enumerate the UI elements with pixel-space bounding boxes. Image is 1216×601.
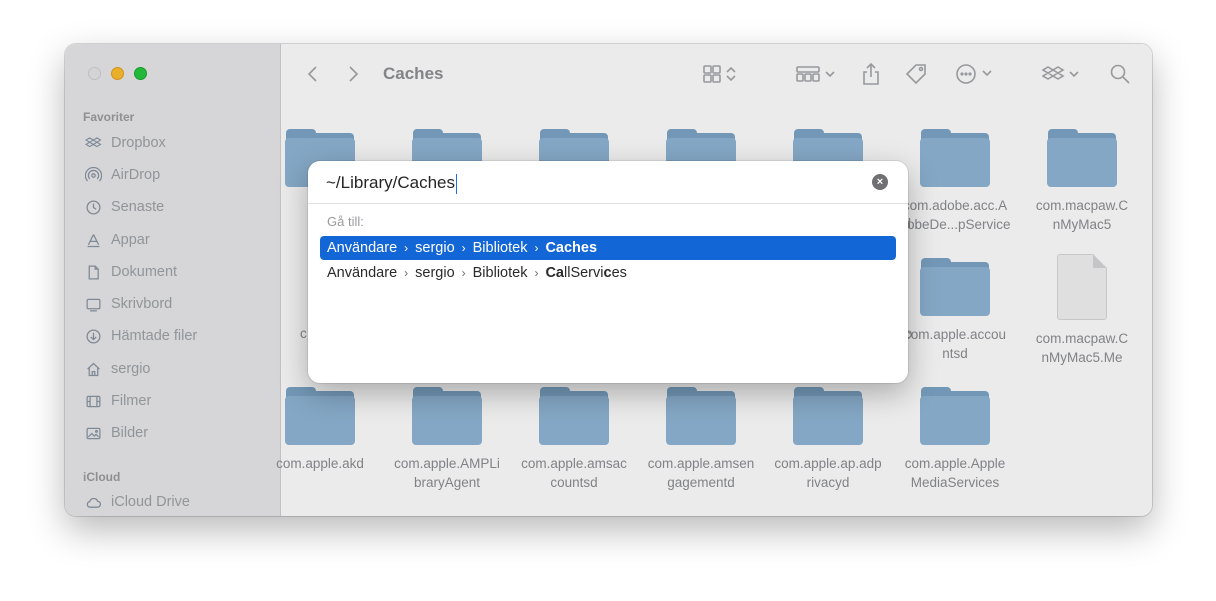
goto-section-label: Gå till: — [327, 214, 364, 229]
path-separator-icon: › — [534, 266, 539, 280]
match-highlight: c — [603, 265, 612, 281]
path-segment: Bibliotek — [472, 265, 528, 281]
clear-icon: × — [876, 175, 884, 188]
path-segment: Användare — [327, 265, 398, 281]
match-rest: es — [611, 265, 627, 281]
path-segment: sergio — [415, 240, 455, 256]
path-separator-icon: › — [461, 241, 466, 255]
path-segment: Användare — [327, 240, 398, 256]
path-segment-match: CallServices — [545, 265, 626, 281]
go-to-folder-dialog: ~/Library/Caches × Gå till: Användare › … — [308, 161, 908, 383]
clear-input-button[interactable]: × — [872, 174, 888, 190]
text-caret — [455, 173, 458, 194]
match-rest: llServi — [564, 265, 604, 281]
path-separator-icon: › — [534, 241, 539, 255]
path-segment: Bibliotek — [472, 240, 528, 256]
suggestion-row-selected[interactable]: Användare › sergio › Bibliotek › Caches — [320, 236, 896, 260]
path-input[interactable]: ~/Library/Caches — [326, 171, 458, 195]
path-separator-icon: › — [404, 241, 409, 255]
path-separator-icon: › — [404, 266, 409, 280]
match-highlight: Ca — [545, 265, 564, 281]
suggestion-row[interactable]: Användare › sergio › Bibliotek › CallSer… — [320, 261, 896, 285]
path-input-value: ~/Library/Caches — [326, 173, 455, 192]
path-segment: sergio — [415, 265, 455, 281]
path-segment-match: Caches — [545, 240, 598, 256]
path-separator-icon: › — [461, 266, 466, 280]
divider — [308, 203, 908, 204]
